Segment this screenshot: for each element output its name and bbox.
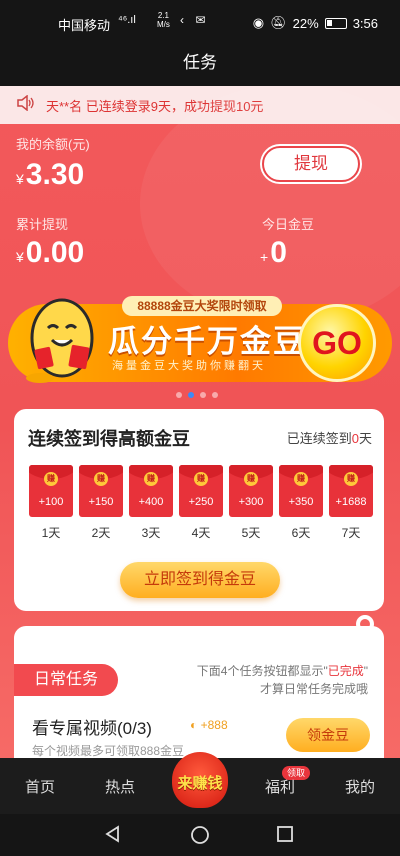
today-beans-amount: +0 bbox=[260, 236, 287, 269]
battery-icon bbox=[324, 17, 347, 29]
balance-amount: ¥3.30 bbox=[16, 158, 85, 191]
day-points: +300 bbox=[238, 496, 264, 508]
red-envelope-icon: 赚 +150 bbox=[79, 465, 123, 517]
status-bar: 中国移动 ⁴⁶.ıl 2.1 M/s ‹ ✉ ◉ 🔕︎ 22% 3:56 bbox=[0, 0, 400, 44]
carousel-indicator bbox=[176, 392, 218, 398]
checkin-button[interactable]: 立即签到得金豆 bbox=[120, 562, 280, 598]
carousel-dot[interactable] bbox=[176, 392, 182, 398]
checkin-card: 连续签到得高额金豆 已连续签到0天 赚 +100 1天赚 +150 2天赚 +400 3天赚… bbox=[14, 409, 384, 611]
day-points: +150 bbox=[88, 496, 114, 508]
clock: 3:56 bbox=[352, 15, 378, 31]
system-nav-bar bbox=[0, 814, 400, 856]
total-withdrawn-amount: ¥0.00 bbox=[16, 236, 85, 269]
envelope-seal: 赚 bbox=[344, 472, 358, 486]
home-icon[interactable] bbox=[190, 825, 210, 845]
envelope-seal: 赚 bbox=[44, 472, 58, 486]
checkin-day: 赚 +300 5天 bbox=[229, 465, 273, 541]
checkin-day: 赚 +100 1天 bbox=[29, 465, 73, 541]
banner-tag: 88888金豆大奖限时领取 bbox=[122, 296, 282, 316]
task-title: 看专属视频(0/3) bbox=[32, 719, 152, 738]
tab-home[interactable]: 首页 bbox=[10, 776, 70, 797]
checkin-day: 赚 +400 3天 bbox=[129, 465, 173, 541]
banner-subline: 海量金豆大奖助你赚翻天 bbox=[112, 360, 266, 372]
checkin-day: 赚 +1688 7天 bbox=[329, 465, 373, 541]
day-points: +350 bbox=[288, 496, 314, 508]
red-envelope-icon: 赚 +350 bbox=[279, 465, 323, 517]
gold-bean-icon: ◐ bbox=[190, 718, 198, 732]
mute-icon: 🔕︎ bbox=[270, 15, 287, 30]
envelope-seal: 赚 bbox=[144, 472, 158, 486]
balance-label: 我的余额(元) bbox=[16, 137, 90, 152]
today-beans-label: 今日金豆 bbox=[262, 217, 315, 232]
carousel-dot-active[interactable] bbox=[188, 392, 194, 398]
eye-icon: ◉ bbox=[252, 15, 265, 30]
speaker-icon bbox=[16, 93, 34, 116]
red-envelope-icon: 赚 +1688 bbox=[329, 465, 373, 517]
signal-icon: ⁴⁶.ıl bbox=[118, 14, 136, 26]
mascot-icon bbox=[26, 298, 94, 383]
checkin-days: 赚 +100 1天 赚 +150 2天 赚 +400 3天 赚 +250 4天 赚 +300 5天 赚 +350… bbox=[29, 465, 373, 541]
red-envelope-icon: 赚 +300 bbox=[229, 465, 273, 517]
day-points: +400 bbox=[138, 496, 164, 508]
back-icon[interactable] bbox=[104, 825, 122, 843]
task-page[interactable]: 天**名 已连续登录9天，成功提现10元 我的余额(元) ¥3.30 提现 累计… bbox=[0, 86, 400, 758]
go-button[interactable]: GO bbox=[298, 304, 376, 382]
envelope-seal: 赚 bbox=[294, 472, 308, 486]
envelope-seal: 赚 bbox=[194, 472, 208, 486]
tab-earn[interactable]: 来赚钱 bbox=[168, 746, 232, 814]
promo-banner[interactable]: 88888金豆大奖限时领取 瓜分千万金豆 海量金豆大奖助你赚翻天 GO bbox=[0, 286, 400, 390]
day-label: 1天 bbox=[41, 526, 61, 540]
task-reward: ◐ +888 bbox=[190, 718, 228, 732]
red-envelope-icon: 赚 +250 bbox=[179, 465, 223, 517]
task-description: 每个视频最多可领取888金豆 bbox=[32, 744, 185, 758]
carousel-dot[interactable] bbox=[200, 392, 206, 398]
checkin-day: 赚 +350 6天 bbox=[279, 465, 323, 541]
network-speed: 2.1 M/s bbox=[157, 11, 170, 29]
checkin-day: 赚 +150 2天 bbox=[79, 465, 123, 541]
daily-tasks-card: 日常任务 下面4个任务按钮都显示"已完成" 才算日常任务完成哦 看专属视频(0/… bbox=[14, 626, 384, 758]
bottom-tab-bar: 首页 热点 来赚钱 领取 福利 我的 bbox=[0, 752, 400, 814]
tab-earn-label: 来赚钱 bbox=[177, 775, 223, 792]
claim-beans-button[interactable]: 领金豆 bbox=[286, 718, 370, 752]
tab-welfare[interactable]: 福利 bbox=[250, 776, 310, 797]
total-withdrawn-label: 累计提现 bbox=[16, 217, 69, 232]
tab-mine[interactable]: 我的 bbox=[330, 776, 390, 797]
day-points: +250 bbox=[188, 496, 214, 508]
day-points: +100 bbox=[38, 496, 64, 508]
wallet-section: 我的余额(元) ¥3.30 提现 累计提现 ¥0.00 今日金豆 +0 bbox=[0, 86, 400, 324]
day-label: 7天 bbox=[341, 526, 361, 540]
withdraw-button[interactable]: 提现 bbox=[262, 146, 360, 182]
status-right: ◉ 🔕︎ 22% 3:56 bbox=[253, 15, 378, 31]
battery-percent: 22% bbox=[292, 15, 319, 31]
recents-icon[interactable] bbox=[276, 825, 294, 843]
page-title: 任务 bbox=[0, 44, 400, 86]
red-envelope-icon: 赚 +400 bbox=[129, 465, 173, 517]
carousel-dot[interactable] bbox=[212, 392, 218, 398]
banner-headline: 瓜分千万金豆 bbox=[108, 324, 306, 360]
envelope-seal: 赚 bbox=[244, 472, 258, 486]
red-envelope-icon: 赚 +100 bbox=[29, 465, 73, 517]
envelope-seal: 赚 bbox=[94, 472, 108, 486]
checkin-day: 赚 +250 4天 bbox=[179, 465, 223, 541]
day-label: 3天 bbox=[141, 526, 161, 540]
day-label: 6天 bbox=[291, 526, 311, 540]
day-points: +1688 bbox=[335, 496, 367, 508]
daily-tasks-tag: 日常任务 bbox=[14, 664, 118, 696]
day-label: 4天 bbox=[191, 526, 211, 540]
tab-hot[interactable]: 热点 bbox=[90, 776, 150, 797]
checkin-streak: 已连续签到0天 bbox=[286, 431, 372, 446]
daily-tasks-note: 下面4个任务按钮都显示"已完成" 才算日常任务完成哦 bbox=[196, 664, 368, 696]
day-label: 5天 bbox=[241, 526, 261, 540]
carrier-name: 中国移动 bbox=[58, 18, 111, 33]
checkin-title: 连续签到得高额金豆 bbox=[28, 429, 190, 449]
notification-icons: ‹ ✉ bbox=[180, 13, 210, 27]
day-label: 2天 bbox=[91, 526, 111, 540]
